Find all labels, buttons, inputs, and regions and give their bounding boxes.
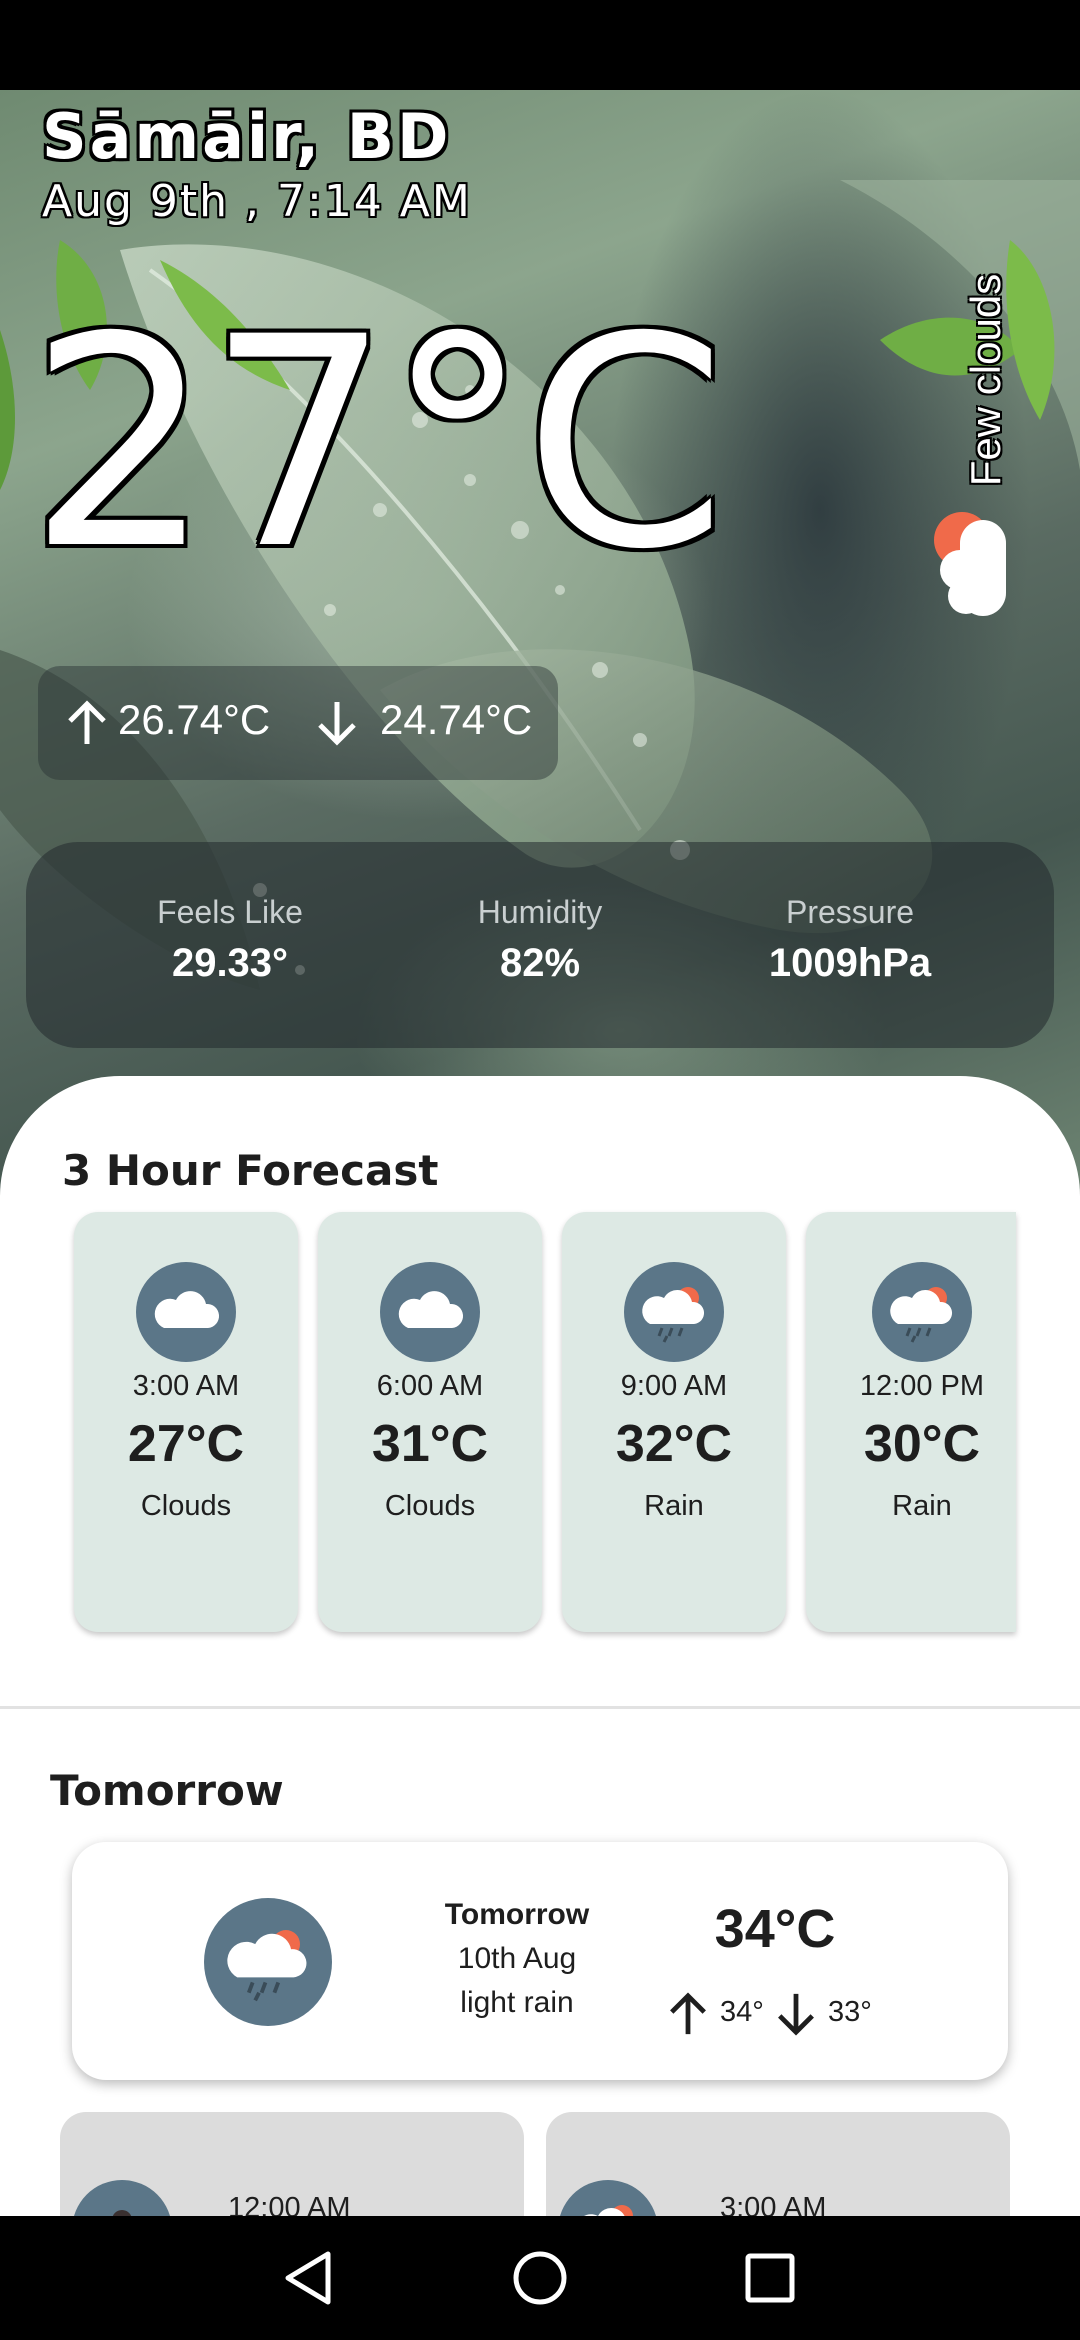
forecast-time: 9:00 AM xyxy=(620,1370,728,1402)
forecast-temp: 32°C xyxy=(615,1415,733,1473)
rain-sun-icon xyxy=(227,1930,307,2002)
stat-label: Pressure xyxy=(785,894,915,930)
forecast-temp: 31°C xyxy=(371,1415,489,1473)
section-divider xyxy=(0,1706,1080,1709)
forecast-section-title: 3 Hour Forecast xyxy=(62,1146,439,1195)
icon-badge xyxy=(136,1262,236,1362)
cloud-icon xyxy=(398,1291,464,1328)
forecast-temp: 27°C xyxy=(127,1415,245,1473)
rain-sun-icon xyxy=(890,1287,953,1343)
stat-value: 29.33° xyxy=(171,941,289,985)
rain-sun-icon xyxy=(642,1287,705,1343)
icon-badge xyxy=(380,1262,480,1362)
forecast-condition: Rain xyxy=(892,1490,952,1522)
forecast-card[interactable]: 9:00 AM 32°C Rain xyxy=(562,1212,786,1632)
navigation-bar xyxy=(0,2216,1080,2340)
stat-label: Feels Like xyxy=(157,894,303,930)
icon-badge xyxy=(204,1898,332,2026)
high-low-panel: 26.74°C 24.74°C xyxy=(38,666,558,780)
forecast-temp: 30°C xyxy=(863,1415,981,1473)
few-clouds-icon xyxy=(934,512,1006,616)
tomorrow-label: Tomorrow xyxy=(444,1898,590,1931)
arrow-down-icon xyxy=(318,702,356,746)
back-icon[interactable] xyxy=(270,2238,350,2318)
forecast-condition: Rain xyxy=(644,1490,704,1522)
forecast-time: 12:00 PM xyxy=(859,1370,985,1402)
forecast-time: 3:00 AM xyxy=(132,1370,240,1402)
stat-label: Humidity xyxy=(477,894,603,930)
forecast-card[interactable]: 6:00 AM 31°C Clouds xyxy=(318,1212,542,1632)
forecast-card[interactable]: 3:00 AM 27°C Clouds xyxy=(74,1212,298,1632)
cloud-icon xyxy=(154,1291,220,1328)
location-title: Sāmāir, BD xyxy=(42,100,452,173)
status-bar xyxy=(0,0,1080,90)
tomorrow-card[interactable]: Tomorrow 10th Aug light rain 34°C 34° 33… xyxy=(72,1842,1008,2080)
weather-stats-panel: Feels Like 29.33° Humidity 82% Pressure … xyxy=(26,842,1054,1048)
forecast-condition: Clouds xyxy=(140,1490,232,1522)
tomorrow-high: 34° xyxy=(720,1996,764,2028)
current-condition: Few clouds xyxy=(962,273,1009,487)
current-temperature: 27°C xyxy=(28,276,727,613)
home-icon[interactable] xyxy=(500,2238,580,2318)
tomorrow-low: 33° xyxy=(828,1996,872,2028)
icon-badge xyxy=(872,1262,972,1362)
high-temperature: 26.74°C xyxy=(118,696,271,743)
tomorrow-date: 10th Aug xyxy=(457,1942,577,1975)
arrow-down-icon xyxy=(778,1993,814,2036)
forecast-card[interactable]: 12:00 PM 30°C Rain xyxy=(806,1212,1016,1632)
icon-badge xyxy=(624,1262,724,1362)
stat-value: 82% xyxy=(499,941,581,985)
stat-humidity: Humidity 82% xyxy=(390,894,690,986)
stat-pressure: Pressure 1009hPa xyxy=(700,894,1000,986)
arrow-up-icon xyxy=(68,700,106,744)
arrow-up-icon xyxy=(670,1992,706,2035)
recents-icon[interactable] xyxy=(730,2238,810,2318)
tomorrow-temperature: 34°C xyxy=(714,1899,836,1959)
stat-feels-like: Feels Like 29.33° xyxy=(80,894,380,986)
low-temperature: 24.74°C xyxy=(380,696,533,743)
forecast-condition: Clouds xyxy=(384,1490,476,1522)
stat-value: 1009hPa xyxy=(768,941,932,985)
tomorrow-description: light rain xyxy=(460,1986,574,2019)
tomorrow-section-title: Tomorrow xyxy=(50,1766,284,1815)
location-datetime: Aug 9th , 7:14 AM xyxy=(42,176,472,227)
forecast-time: 6:00 AM xyxy=(376,1370,484,1402)
